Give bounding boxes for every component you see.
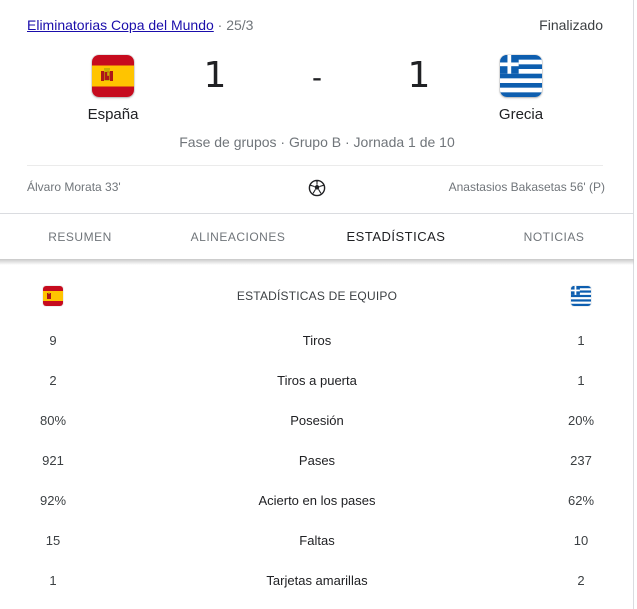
stat-row: 921 Pases 237	[0, 453, 634, 473]
round-info: Fase de grupos · Grupo B · Jornada 1 de …	[179, 134, 455, 150]
tabs-shadow	[0, 259, 634, 265]
stat-label: Faltas	[299, 533, 335, 548]
greece-flag-icon	[571, 286, 591, 306]
match-header: Eliminatorias Copa del Mundo · 25/3 Fina…	[27, 17, 603, 35]
stat-row: 1 Tarjetas amarillas 2	[0, 573, 634, 593]
tab-estadisticas[interactable]: ESTADÍSTICAS	[317, 214, 475, 262]
tab-alineaciones[interactable]: ALINEACIONES	[159, 214, 317, 262]
home-stat-value: 921	[42, 453, 64, 468]
stat-label: Tiros a puerta	[277, 373, 357, 388]
stat-row: 9 Tiros 1	[0, 333, 634, 353]
soccer-ball-icon	[308, 179, 326, 197]
home-team-name[interactable]: España	[53, 106, 173, 123]
match-date: · 25/3	[217, 17, 254, 33]
away-stat-value: 10	[573, 533, 589, 548]
competition-link[interactable]: Eliminatorias Copa del Mundo	[27, 17, 214, 33]
stat-row: 2 Tiros a puerta 1	[0, 373, 634, 393]
stats-title: ESTADÍSTICAS DE EQUIPO	[236, 289, 398, 303]
home-score: 1	[203, 55, 227, 96]
home-stat-value: 92%	[39, 493, 67, 508]
home-stat-value: 1	[49, 573, 57, 588]
greece-flag-icon[interactable]	[500, 55, 542, 97]
stat-label: Pases	[298, 453, 336, 468]
home-stat-value: 15	[45, 533, 61, 548]
away-goal-scorer: Anastasios Bakasetas 56' (P)	[448, 180, 605, 194]
away-score: 1	[407, 55, 431, 96]
spain-flag-icon[interactable]	[92, 55, 134, 97]
match-tabs: RESUMEN ALINEACIONES ESTADÍSTICAS NOTICI…	[0, 213, 634, 261]
home-goal-scorer: Álvaro Morata 33'	[27, 180, 121, 194]
away-stat-value: 1	[577, 333, 585, 348]
away-stat-value: 237	[570, 453, 592, 468]
away-team-name[interactable]: Grecia	[461, 106, 581, 123]
match-status: Finalizado	[539, 17, 603, 33]
home-stat-value: 80%	[39, 413, 67, 428]
match-card: Eliminatorias Copa del Mundo · 25/3 Fina…	[0, 0, 634, 609]
divider	[27, 165, 603, 166]
stat-row: 80% Posesión 20%	[0, 413, 634, 433]
away-stat-value: 1	[577, 373, 585, 388]
stat-label: Tiros	[302, 333, 332, 348]
away-stat-value: 62%	[567, 493, 595, 508]
tab-resumen[interactable]: RESUMEN	[1, 214, 159, 262]
away-stat-value: 20%	[567, 413, 595, 428]
stat-row: 92% Acierto en los pases 62%	[0, 493, 634, 513]
tab-noticias[interactable]: NOTICIAS	[475, 214, 633, 262]
score-separator: -	[312, 61, 322, 94]
stat-label: Posesión	[290, 413, 344, 428]
stat-row: 15 Faltas 10	[0, 533, 634, 553]
stat-label: Tarjetas amarillas	[266, 573, 368, 588]
home-stat-value: 2	[49, 373, 57, 388]
home-stat-value: 9	[49, 333, 57, 348]
away-stat-value: 2	[577, 573, 585, 588]
stat-label: Acierto en los pases	[258, 493, 376, 508]
